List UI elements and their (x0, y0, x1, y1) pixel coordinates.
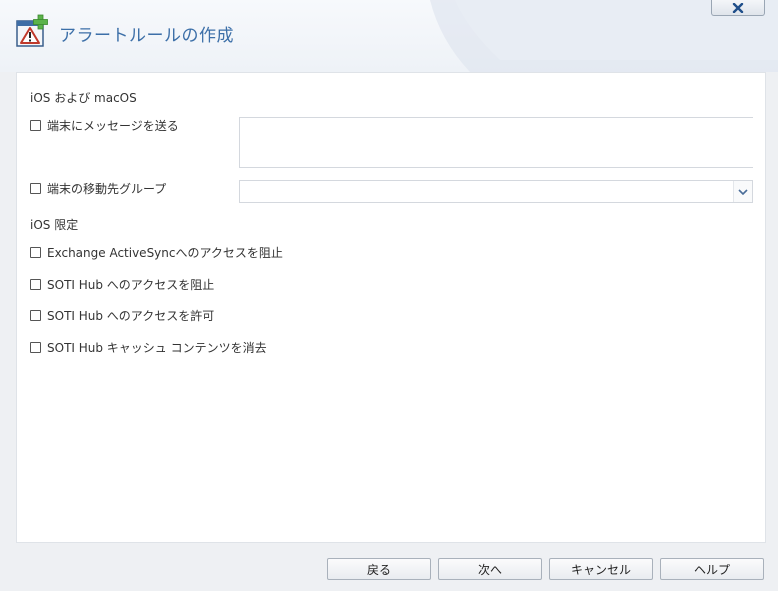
block-soti-hub-checkbox-row[interactable]: SOTI Hub へのアクセスを阻止 (30, 276, 214, 293)
move-group-label: 端末の移動先グループ (47, 182, 167, 196)
help-button[interactable]: ヘルプ (660, 558, 764, 580)
allow-soti-hub-label: SOTI Hub へのアクセスを許可 (47, 309, 215, 323)
group-select-dropdown-button[interactable] (733, 181, 752, 202)
block-activesync-label: Exchange ActiveSyncへのアクセスを阻止 (47, 246, 283, 260)
chevron-down-icon (738, 188, 748, 195)
dialog-title: アラートルールの作成 (59, 26, 234, 46)
send-message-checkbox-row[interactable]: 端末にメッセージを送る (30, 117, 179, 134)
cancel-button[interactable]: キャンセル (549, 558, 653, 580)
send-message-checkbox[interactable] (30, 120, 41, 131)
allow-soti-hub-checkbox-row[interactable]: SOTI Hub へのアクセスを許可 (30, 307, 214, 324)
section-label-ios-macos: iOS および macOS (30, 91, 137, 105)
next-button[interactable]: 次へ (438, 558, 542, 580)
send-message-label: 端末にメッセージを送る (47, 119, 179, 133)
block-activesync-checkbox[interactable] (30, 247, 41, 258)
close-icon (732, 2, 744, 13)
message-textarea[interactable] (239, 117, 753, 168)
close-button[interactable] (711, 0, 765, 16)
move-group-checkbox-row[interactable]: 端末の移動先グループ (30, 180, 166, 197)
clear-cache-checkbox[interactable] (30, 342, 41, 353)
group-select[interactable] (239, 180, 753, 203)
content-panel: iOS および macOS 端末にメッセージを送る 端末の移動先グループ iOS… (16, 72, 766, 543)
section-label-ios-only: iOS 限定 (30, 218, 79, 232)
block-activesync-checkbox-row[interactable]: Exchange ActiveSyncへのアクセスを阻止 (30, 244, 283, 261)
clear-cache-checkbox-row[interactable]: SOTI Hub キャッシュ コンテンツを消去 (30, 339, 267, 356)
move-group-checkbox[interactable] (30, 183, 41, 194)
block-soti-hub-checkbox[interactable] (30, 279, 41, 290)
allow-soti-hub-checkbox[interactable] (30, 310, 41, 321)
back-button[interactable]: 戻る (327, 558, 431, 580)
alert-add-icon (16, 14, 48, 47)
clear-cache-label: SOTI Hub キャッシュ コンテンツを消去 (47, 341, 267, 355)
block-soti-hub-label: SOTI Hub へのアクセスを阻止 (47, 278, 215, 292)
